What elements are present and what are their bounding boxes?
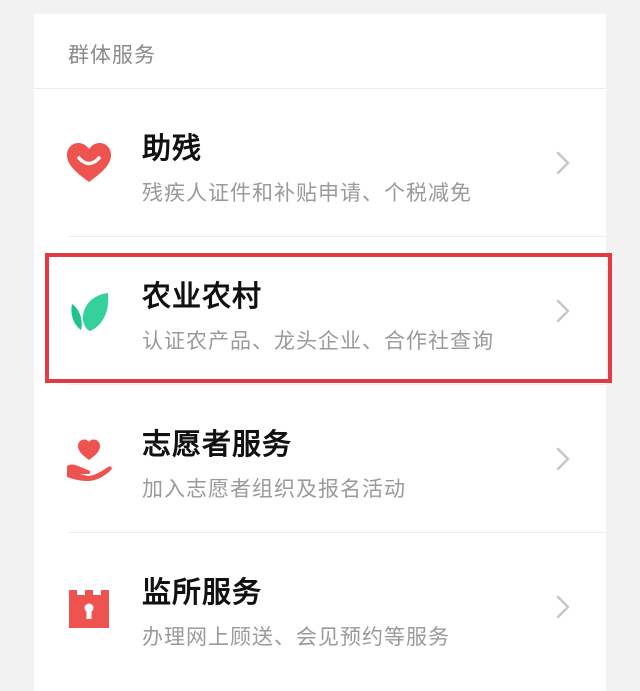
service-item-desc: 认证农产品、龙头企业、合作社查询: [142, 329, 494, 353]
service-item-disability[interactable]: 助残 残疾人证件和补贴申请、个税减免: [34, 89, 606, 237]
chevron-right-icon: [556, 151, 570, 175]
service-item-desc: 办理网上顾送、会见预约等服务: [142, 625, 450, 649]
service-item-title: 监所服务: [142, 575, 263, 609]
service-item-title: 志愿者服务: [142, 427, 293, 461]
service-item-title: 助残: [142, 131, 203, 165]
service-item-volunteer[interactable]: 志愿者服务 加入志愿者组织及报名活动: [34, 385, 606, 533]
heart-smile-icon: [64, 138, 114, 188]
leaf-icon: [64, 286, 114, 336]
chevron-right-icon: [556, 299, 570, 323]
heart-hand-icon: [64, 434, 114, 484]
prison-tower-icon: [64, 582, 114, 632]
service-item-agriculture[interactable]: 农业农村 认证农产品、龙头企业、合作社查询: [34, 237, 606, 385]
service-item-title: 农业农村: [142, 279, 263, 313]
chevron-right-icon: [556, 447, 570, 471]
service-item-prison[interactable]: 监所服务 办理网上顾送、会见预约等服务: [34, 533, 606, 681]
section-title: 群体服务: [68, 43, 156, 67]
service-item-desc: 残疾人证件和补贴申请、个税减免: [142, 181, 472, 205]
section-header: 群体服务: [34, 14, 606, 89]
service-item-desc: 加入志愿者组织及报名活动: [142, 477, 406, 501]
chevron-right-icon: [556, 595, 570, 619]
group-services-card: 群体服务 助残 残疾人证件和补贴申请、个税减免 农业农村 认证农产品、龙头企业、…: [34, 14, 606, 691]
